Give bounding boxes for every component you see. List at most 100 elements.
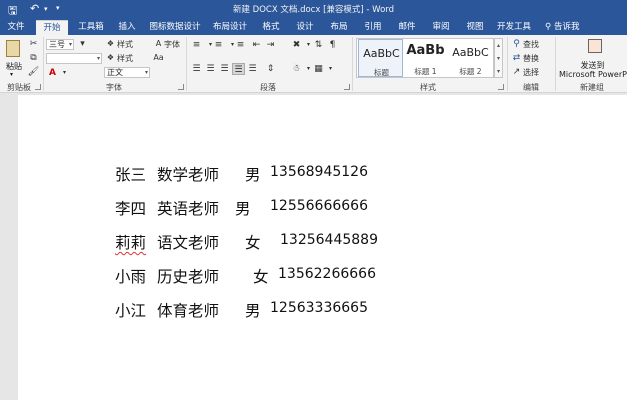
format-painter-icon[interactable]: 🖌: [27, 66, 40, 78]
teacher-subject: 英语老师: [157, 200, 220, 218]
numbering-icon[interactable]: ≡: [212, 39, 225, 51]
chevron-up-icon[interactable]: ▴: [495, 39, 502, 52]
tab-view[interactable]: 视图: [462, 20, 488, 35]
chevron-down-icon[interactable]: ▾: [58, 67, 71, 79]
powerpoint-label: Microsoft PowerPoint: [559, 70, 627, 79]
tab-home[interactable]: 开始: [36, 20, 68, 35]
style-name: 标题 2: [459, 67, 482, 76]
style-heading-1[interactable]: AaBb 标题 1: [403, 39, 448, 77]
chevron-down-icon[interactable]: ▾: [324, 63, 337, 75]
font-size-combo[interactable]: 三号 ▾: [46, 39, 74, 50]
style-title[interactable]: AaBbC 标题: [358, 39, 403, 77]
paste-button[interactable]: 粘贴 ▾: [3, 38, 25, 78]
style-label-2[interactable]: 样式: [117, 53, 133, 64]
teacher-name: 小江: [115, 302, 147, 320]
font-launcher-icon[interactable]: [178, 84, 184, 90]
text-effects-icon[interactable]: ❖: [104, 38, 117, 50]
select-button[interactable]: 选择: [523, 67, 539, 78]
search-icon[interactable]: ⚲: [510, 38, 523, 50]
ribbon: 粘贴 ▾ ✂ ⧉ 🖌 剪贴板 三号 ▾ ▾ ▾ 正文 ▾ ❖ 样式 ❖ 样式 A…: [0, 35, 627, 93]
replace-icon[interactable]: ⇄: [510, 52, 523, 64]
teacher-gender: 男: [235, 200, 251, 218]
style-heading-2[interactable]: AaBbC 标题 2: [448, 39, 493, 77]
style-name: 标题: [374, 68, 389, 77]
style-label-1[interactable]: 样式: [117, 39, 133, 50]
teacher-gender: 男: [245, 302, 261, 320]
teacher-phone: 13562266666: [278, 266, 376, 282]
title-bar: 🖫 ↶ ▾ ▾ 新建 DOCX 文档.docx [兼容模式] - Word: [0, 0, 627, 18]
chevron-down-icon: ▾: [144, 69, 148, 76]
chevron-down-icon[interactable]: ▾: [495, 52, 502, 65]
replace-button[interactable]: 替换: [523, 53, 539, 64]
tab-toolbox[interactable]: 工具箱: [74, 20, 108, 35]
align-right-icon[interactable]: ☰: [218, 63, 231, 75]
cut-icon[interactable]: ✂: [27, 38, 40, 50]
document-page[interactable]: 张三 数学老师 男 13568945126 李四 英语老师 男 12556666…: [18, 95, 627, 400]
paragraph-launcher-icon[interactable]: [344, 84, 350, 90]
teacher-name: 莉莉: [115, 234, 147, 252]
tab-review[interactable]: 审阅: [428, 20, 454, 35]
text-effects-icon[interactable]: ❖: [104, 52, 117, 64]
tell-me-box[interactable]: ⚲ 告诉我: [545, 20, 579, 34]
teacher-subject: 历史老师: [157, 268, 220, 286]
find-button[interactable]: 查找: [523, 39, 539, 50]
clipboard-launcher-icon[interactable]: [35, 84, 41, 90]
new-group-label: 新建组: [580, 83, 604, 92]
styles-launcher-icon[interactable]: [498, 84, 504, 90]
teacher-gender: 女: [253, 268, 269, 286]
style-value: 正文: [107, 68, 123, 77]
teacher-phone: 12556666666: [270, 198, 368, 214]
chevron-down-icon[interactable]: ▾: [76, 38, 89, 50]
chevron-down-icon: ▾: [10, 71, 14, 78]
multilevel-list-icon[interactable]: ≡: [234, 39, 247, 51]
style-name: 标题 1: [414, 67, 437, 76]
justify-icon[interactable]: ☰: [232, 63, 245, 75]
send-to-powerpoint-button[interactable]: 发送到 Microsoft PowerPoint: [558, 37, 627, 81]
teacher-subject: 语文老师: [157, 234, 220, 252]
tell-me-label: 告诉我: [553, 22, 580, 32]
font-label[interactable]: 字体: [164, 39, 180, 50]
tab-design[interactable]: 设计: [292, 20, 318, 35]
select-icon[interactable]: ↗: [510, 66, 523, 78]
tab-layout[interactable]: 布局: [326, 20, 352, 35]
tab-layout-design[interactable]: 布局设计: [210, 20, 250, 35]
tab-developer[interactable]: 开发工具: [494, 20, 534, 35]
font-group-label: 字体: [106, 83, 122, 92]
powerpoint-icon: [588, 39, 602, 53]
align-left-icon[interactable]: ☰: [190, 63, 203, 75]
font-name-combo[interactable]: ▾: [46, 53, 102, 64]
styles-gallery: AaBbC 标题 AaBb 标题 1 AaBbC 标题 2: [356, 38, 494, 78]
teacher-name: 李四: [115, 200, 147, 218]
style-combo[interactable]: 正文 ▾: [104, 67, 150, 78]
tab-chart-data-design[interactable]: 图标数据设计: [148, 20, 202, 35]
styles-gallery-scroll[interactable]: ▴ ▾ ▾: [494, 38, 503, 78]
tab-insert[interactable]: 插入: [114, 20, 140, 35]
style-preview: AaBbC: [363, 47, 400, 60]
line-spacing-icon[interactable]: ⇕: [264, 63, 277, 75]
bullets-icon[interactable]: ≡: [190, 39, 203, 51]
clipboard-icon: [6, 40, 20, 57]
increase-indent-icon[interactable]: ⇥: [264, 39, 277, 51]
tab-format[interactable]: 格式: [258, 20, 284, 35]
copy-icon[interactable]: ⧉: [27, 52, 40, 64]
teacher-name: 小雨: [115, 268, 147, 286]
editing-group-label: 编辑: [523, 83, 539, 92]
align-center-icon[interactable]: ☰: [204, 63, 217, 75]
distributed-icon[interactable]: ☰: [246, 63, 259, 75]
more-styles-icon[interactable]: ▾: [495, 65, 502, 78]
style-preview: AaBb: [406, 43, 445, 58]
styles-group-label: 样式: [420, 83, 436, 92]
teacher-phone: 12563336665: [270, 300, 368, 316]
change-case-icon[interactable]: Aa: [152, 52, 165, 64]
tab-references[interactable]: 引用: [360, 20, 386, 35]
show-marks-icon[interactable]: ¶: [326, 39, 339, 51]
teacher-gender: 女: [245, 234, 261, 252]
decrease-indent-icon[interactable]: ⇤: [250, 39, 263, 51]
teacher-phone: 13256445889: [280, 232, 378, 248]
tab-mailings[interactable]: 邮件: [394, 20, 420, 35]
lightbulb-icon: ⚲: [545, 22, 552, 32]
style-preview: AaBbC: [452, 46, 489, 59]
sort-icon[interactable]: ⇅: [312, 39, 325, 51]
tab-file[interactable]: 文件: [2, 20, 30, 35]
teacher-subject: 数学老师: [157, 166, 220, 184]
